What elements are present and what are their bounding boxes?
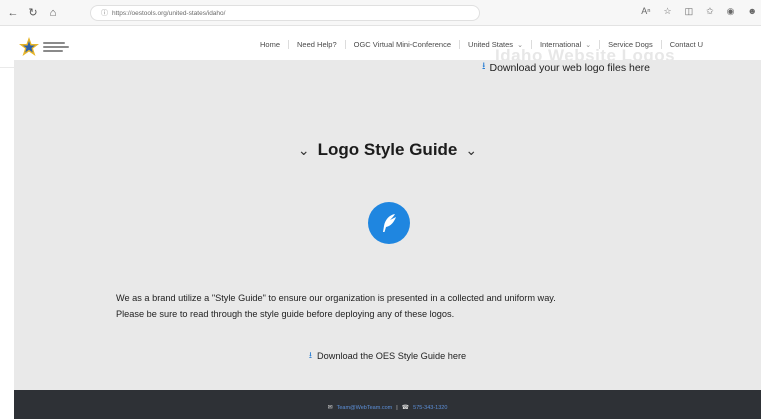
split-icon[interactable]: ◫ (685, 6, 694, 17)
logo-wordmark (43, 42, 69, 52)
nav-item-mini-conference[interactable]: OGC Virtual Mini-Conference (346, 40, 461, 49)
description-line-2: Please be sure to read through the style… (116, 309, 455, 319)
section-title[interactable]: ⌄ Logo Style Guide ⌄ (14, 140, 761, 160)
chevron-down-icon: ⌄ (517, 41, 523, 49)
address-bar[interactable]: ⓘ https://oestools.org/united-states/ida… (90, 5, 480, 21)
site-footer: ✉ Team@WebTeam.com | ☎ 575-343-1320 (14, 390, 761, 419)
download-logo-files-label: Download your web logo files here (489, 61, 651, 74)
section-title-text: Logo Style Guide (317, 140, 458, 159)
feather-icon (368, 202, 410, 244)
main-nav: Home Need Help? OGC Virtual Mini-Confere… (252, 40, 711, 49)
favorite-icon[interactable]: ☆ (664, 6, 672, 17)
lock-icon: ⓘ (101, 10, 108, 17)
style-guide-section: ⌄ Logo Style Guide ⌄ We as a brand utili… (14, 118, 761, 390)
phone-icon: ☎ (401, 405, 410, 411)
nav-item-need-help[interactable]: Need Help? (289, 40, 346, 49)
download-icon: ⭳ (308, 350, 312, 360)
download-band: ⭳ Download your web logo files here (14, 60, 761, 118)
page-gutter (0, 68, 14, 419)
download-style-guide-link[interactable]: ⭳ Download the OES Style Guide here (14, 348, 761, 364)
description-line-1: We as a brand utilize a "Style Guide" to… (116, 293, 556, 303)
profile-icon[interactable]: ☻ (748, 6, 757, 17)
back-icon[interactable]: ← (6, 6, 20, 20)
nav-item-united-states[interactable]: United States ⌄ (460, 40, 532, 49)
site-logo[interactable] (18, 36, 74, 58)
feather-glyph (383, 214, 396, 232)
chevron-down-icon: ⌄ (465, 141, 478, 158)
refresh-icon[interactable]: ↻ (26, 6, 40, 20)
nav-item-international[interactable]: International ⌄ (532, 40, 601, 49)
footer-separator: | (396, 404, 398, 411)
home-icon[interactable]: ⌂ (46, 6, 60, 20)
browser-toolbar: ← ↻ ⌂ ⓘ https://oestools.org/united-stat… (0, 0, 761, 26)
download-style-guide-label: Download the OES Style Guide here (317, 351, 467, 361)
star-logo-icon (19, 37, 39, 56)
download-logo-files-link[interactable]: ⭳ Download your web logo files here (482, 59, 650, 76)
chevron-down-icon: ⌄ (585, 41, 592, 49)
extensions-icon[interactable]: ◉ (727, 6, 735, 17)
collections-icon[interactable]: ✩ (706, 6, 714, 17)
mail-icon: ✉ (327, 405, 333, 411)
footer-phone[interactable]: 575-343-1320 (413, 405, 447, 411)
footer-contact: ✉ Team@WebTeam.com | ☎ 575-343-1320 (14, 404, 761, 412)
nav-item-contact[interactable]: Contact U (662, 40, 711, 49)
address-url: https://oestools.org/united-states/idaho… (112, 9, 226, 17)
browser-actions: Aⁿ ☆ ◫ ✩ ◉ ☻ (641, 6, 757, 17)
nav-item-home[interactable]: Home (252, 40, 290, 49)
download-icon: ⭳ (482, 61, 486, 72)
nav-item-service-dogs[interactable]: Service Dogs (600, 40, 662, 49)
style-guide-description: We as a brand utilize a "Style Guide" to… (116, 290, 736, 322)
footer-email[interactable]: Team@WebTeam.com (337, 405, 393, 411)
reader-icon[interactable]: Aⁿ (641, 6, 650, 17)
chevron-down-icon: ⌄ (297, 141, 310, 158)
